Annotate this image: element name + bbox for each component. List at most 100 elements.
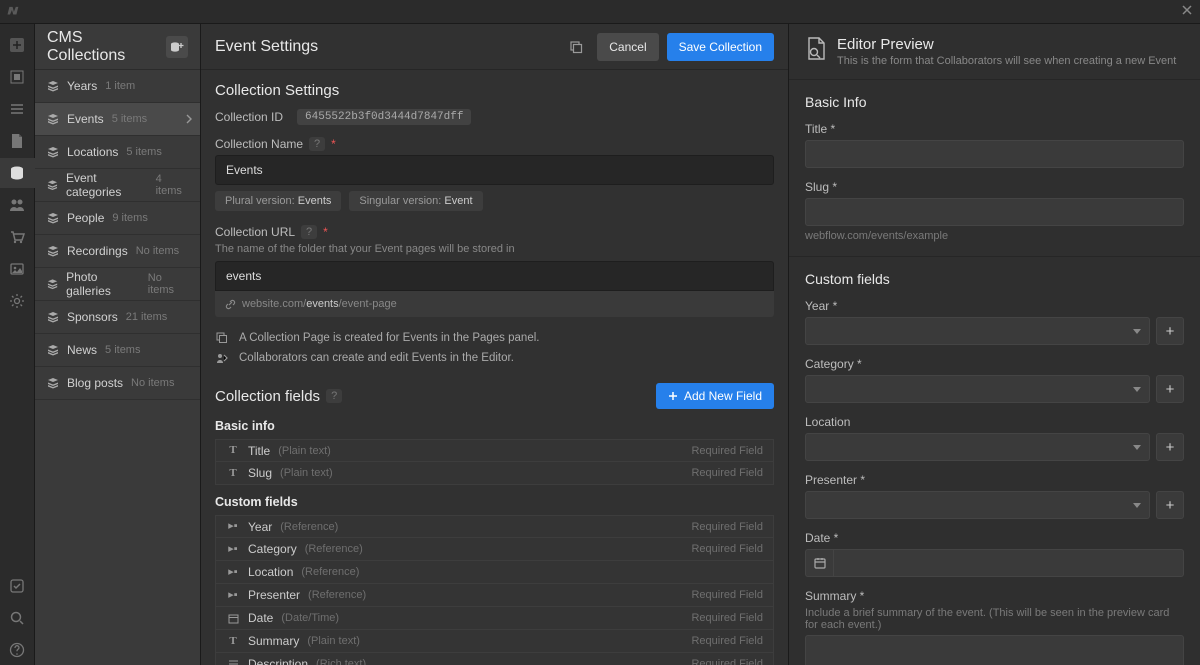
- new-collection-button[interactable]: [166, 36, 188, 58]
- collection-settings-heading: Collection Settings: [215, 82, 774, 99]
- preview-location-select[interactable]: [805, 433, 1150, 461]
- stack-icon: [47, 278, 58, 290]
- cancel-button[interactable]: Cancel: [597, 33, 658, 61]
- elements-icon[interactable]: [0, 62, 35, 92]
- preview-category-select[interactable]: [805, 375, 1150, 403]
- preview-date-label: Date *: [805, 531, 1184, 545]
- collection-item-name: Sponsors: [67, 310, 118, 324]
- field-row[interactable]: TSummary (Plain text)Required Field: [215, 630, 774, 653]
- audit-icon[interactable]: [0, 571, 35, 601]
- preview-custom-fields-heading: Custom fields: [805, 271, 1184, 287]
- preview-title: Editor Preview: [837, 36, 1176, 53]
- preview-year-select[interactable]: [805, 317, 1150, 345]
- field-row[interactable]: ▸▪Presenter (Reference)Required Field: [215, 584, 774, 607]
- collection-item-meta: 5 items: [112, 113, 147, 125]
- preview-location-label: Location: [805, 415, 1184, 429]
- help-icon[interactable]: ?: [309, 137, 325, 151]
- url-preview: website.com/events/event-page: [215, 291, 774, 317]
- collection-url-label: Collection URL: [215, 225, 295, 239]
- collection-item[interactable]: Photo galleries No items: [35, 268, 200, 301]
- ecommerce-icon[interactable]: [0, 222, 35, 252]
- collection-item[interactable]: Sponsors 21 items: [35, 301, 200, 334]
- collection-item[interactable]: Recordings No items: [35, 235, 200, 268]
- collection-item-meta: No items: [148, 272, 188, 296]
- collection-id-value[interactable]: 6455522b3f0d3444d7847dff: [297, 109, 471, 125]
- field-name: Location: [248, 565, 293, 579]
- field-row[interactable]: TSlug (Plain text)Required Field: [215, 462, 774, 485]
- webflow-logo: [6, 3, 24, 21]
- collection-item-meta: 5 items: [126, 146, 161, 158]
- preview-slug-hint: webflow.com/events/example: [805, 230, 1184, 242]
- collection-item-meta: No items: [131, 377, 174, 389]
- collection-item[interactable]: Event categories 4 items: [35, 169, 200, 202]
- settings-panel: Event Settings Cancel Save Collection Co…: [201, 24, 788, 665]
- calendar-icon[interactable]: [805, 549, 833, 577]
- preview-year-add-button[interactable]: +: [1156, 317, 1184, 345]
- preview-presenter-add-button[interactable]: +: [1156, 491, 1184, 519]
- add-element-icon[interactable]: [0, 30, 35, 60]
- save-collection-button[interactable]: Save Collection: [667, 33, 774, 61]
- collection-item[interactable]: News 5 items: [35, 334, 200, 367]
- preview-category-add-button[interactable]: +: [1156, 375, 1184, 403]
- required-badge: Required Field: [691, 612, 763, 624]
- preview-title-label: Title *: [805, 122, 1184, 136]
- singular-chip: Singular version: Event: [349, 191, 482, 211]
- custom-fields-group-label: Custom fields: [215, 495, 774, 509]
- users-icon[interactable]: [0, 190, 35, 220]
- collection-item-name: News: [67, 343, 97, 357]
- required-badge: Required Field: [691, 635, 763, 647]
- required-badge: Required Field: [691, 467, 763, 479]
- preview-summary-textarea[interactable]: [805, 635, 1184, 665]
- field-row[interactable]: TTitle (Plain text)Required Field: [215, 439, 774, 462]
- collection-item-name: People: [67, 211, 104, 225]
- cms-icon[interactable]: [0, 158, 35, 188]
- preview-title-input[interactable]: [805, 140, 1184, 168]
- collection-item[interactable]: Blog posts No items: [35, 367, 200, 400]
- field-row[interactable]: Description (Rich text)Required Field: [215, 653, 774, 665]
- collaborators-note: Collaborators can create and edit Events…: [215, 351, 774, 365]
- field-name: Slug: [248, 466, 272, 480]
- help-icon[interactable]: ?: [301, 225, 317, 239]
- collection-name-input[interactable]: [215, 155, 774, 185]
- close-panel-button[interactable]: [1180, 3, 1194, 17]
- left-iconbar: [0, 24, 35, 665]
- stack-icon: [47, 344, 59, 356]
- pages-icon[interactable]: [0, 126, 35, 156]
- field-row[interactable]: ▸▪Location (Reference): [215, 561, 774, 584]
- preview-presenter-select[interactable]: [805, 491, 1150, 519]
- add-new-field-button[interactable]: Add New Field: [656, 383, 774, 409]
- collection-item-name: Photo galleries: [66, 270, 140, 298]
- preview-slug-input[interactable]: [805, 198, 1184, 226]
- required-badge: Required Field: [691, 589, 763, 601]
- search-icon[interactable]: [0, 603, 35, 633]
- field-name: Category: [248, 542, 297, 556]
- field-row[interactable]: ▸▪Category (Reference)Required Field: [215, 538, 774, 561]
- required-badge: Required Field: [691, 521, 763, 533]
- stack-icon: [47, 212, 59, 224]
- settings-icon[interactable]: [0, 286, 35, 316]
- preview-location-add-button[interactable]: +: [1156, 433, 1184, 461]
- field-row[interactable]: Date (Date/Time)Required Field: [215, 607, 774, 630]
- preview-slug-label: Slug *: [805, 180, 1184, 194]
- collection-url-input[interactable]: [215, 261, 774, 291]
- field-row[interactable]: ▸▪Year (Reference)Required Field: [215, 515, 774, 538]
- collection-item-meta: 4 items: [156, 173, 188, 197]
- preview-summary-hint: Include a brief summary of the event. (T…: [805, 607, 1184, 631]
- field-type: (Rich text): [316, 658, 366, 665]
- field-name: Date: [248, 611, 273, 625]
- assets-icon[interactable]: [0, 254, 35, 284]
- help-icon[interactable]: ?: [326, 389, 342, 403]
- duplicate-icon[interactable]: [563, 34, 589, 60]
- settings-title: Event Settings: [215, 38, 318, 56]
- required-badge: Required Field: [691, 445, 763, 457]
- collection-item-meta: No items: [136, 245, 179, 257]
- collection-item-name: Events: [67, 112, 104, 126]
- help-icon[interactable]: [0, 635, 35, 665]
- collection-item[interactable]: People 9 items: [35, 202, 200, 235]
- collection-item[interactable]: Events 5 items: [35, 103, 200, 136]
- preview-date-input[interactable]: [833, 549, 1184, 577]
- navigator-icon[interactable]: [0, 94, 35, 124]
- collection-item[interactable]: Locations 5 items: [35, 136, 200, 169]
- collection-item-meta: 21 items: [126, 311, 168, 323]
- collection-item[interactable]: Years 1 item: [35, 70, 200, 103]
